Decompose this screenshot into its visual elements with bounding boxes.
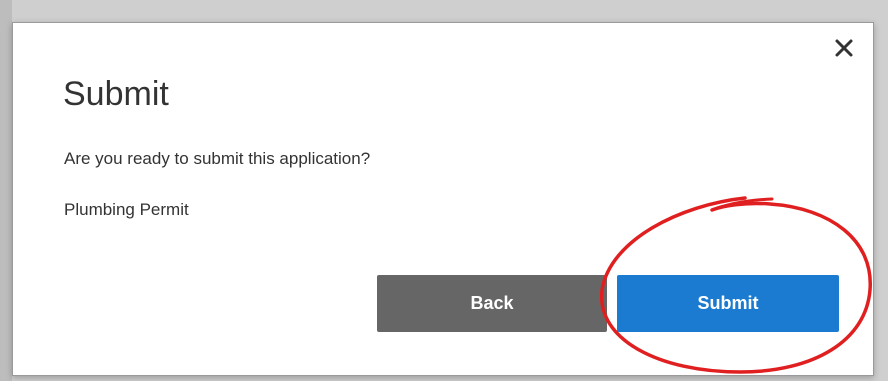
submit-dialog: Submit Are you ready to submit this appl… <box>12 22 874 376</box>
close-icon <box>835 39 853 57</box>
application-name: Plumbing Permit <box>64 200 189 219</box>
dialog-message: Are you ready to submit this application… <box>64 149 371 168</box>
dialog-title: Submit <box>63 75 169 113</box>
close-button[interactable] <box>829 33 859 63</box>
backdrop-edge <box>0 0 12 381</box>
submit-button[interactable]: Submit <box>617 275 839 332</box>
back-button[interactable]: Back <box>377 275 607 332</box>
